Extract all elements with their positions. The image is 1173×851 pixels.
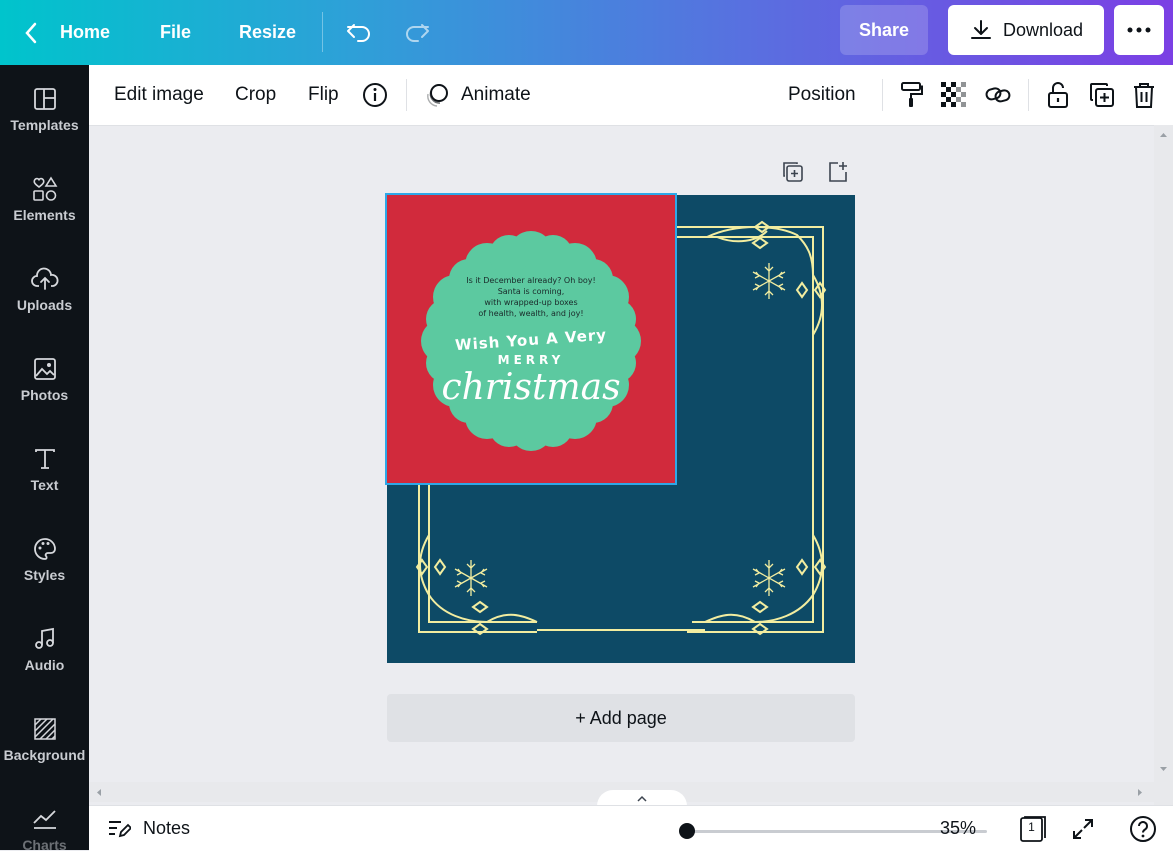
background-icon [31,715,59,743]
sidebar-item-uploads[interactable]: Uploads [0,245,89,335]
photos-icon [31,355,59,383]
zoom-slider-handle[interactable] [679,823,695,839]
collapse-notes-tab[interactable] [597,790,687,806]
share-button[interactable]: Share [840,5,928,55]
back-chevron-icon[interactable] [24,0,38,65]
context-toolbar: Edit image Crop Flip Animate Position [89,65,1173,126]
notes-button[interactable]: Notes [107,806,190,851]
animate-icon [427,84,448,107]
undo-icon[interactable] [345,0,373,65]
christmas-text: christmas [441,367,621,408]
notes-label: Notes [143,818,191,838]
home-button[interactable]: Home [60,0,110,65]
selected-image-element[interactable]: Is it December already? Oh boy! Santa is… [385,193,677,485]
elements-icon [31,175,59,203]
sidebar-item-photos[interactable]: Photos [0,335,89,425]
more-options-button[interactable] [1114,5,1164,55]
sidebar-item-label: Templates [10,117,79,133]
music-icon [31,625,59,653]
page-count-button[interactable]: 1 [1019,806,1047,851]
sidebar-item-text[interactable]: Text [0,425,89,515]
transparency-icon[interactable] [941,65,967,125]
help-icon[interactable] [1129,806,1157,851]
sidebar-item-label: Elements [13,207,76,223]
notes-icon [109,820,131,837]
page-count: 1 [1028,820,1035,834]
palette-icon [31,535,59,563]
sidebar-item-label: Styles [23,567,66,583]
sidebar-item-label: Background [3,747,86,763]
resize-button[interactable]: Resize [239,0,296,65]
chart-icon [31,805,59,833]
file-menu[interactable]: File [160,0,191,65]
download-button[interactable]: Download [948,5,1104,55]
animate-label: Animate [461,84,531,105]
add-page-icon[interactable] [826,160,850,189]
upload-icon [30,265,59,293]
templates-icon [31,85,59,113]
sidebar-item-label: Photos [20,387,69,403]
bottom-bar: Notes 35% 1 [89,805,1173,851]
divider [406,79,407,111]
zoom-level[interactable]: 35% [940,806,976,851]
download-label: Download [1002,19,1084,40]
poem-line: Is it December already? Oh boy! [466,276,596,285]
more-dots-icon [1127,27,1151,33]
merry-text: MERRY [497,353,565,367]
edit-image-button[interactable]: Edit image [114,65,204,125]
divider [1028,79,1029,111]
poem-line: with wrapped-up boxes [484,298,578,307]
position-button[interactable]: Position [788,65,856,125]
duplicate-page-icon[interactable] [781,160,805,189]
link-icon[interactable] [985,65,1011,125]
sidebar-item-elements[interactable]: Elements [0,155,89,245]
sidebar-item-audio[interactable]: Audio [0,605,89,695]
poem-line: of health, wealth, and joy! [478,309,584,318]
paint-roller-icon[interactable] [900,65,924,125]
trash-icon[interactable] [1132,65,1156,125]
poem-line: Santa is coming, [497,287,565,296]
download-icon [970,20,991,39]
sidebar-item-label: Audio [24,657,65,673]
divider [882,79,883,111]
sidebar-item-styles[interactable]: Styles [0,515,89,605]
duplicate-icon[interactable] [1089,65,1115,125]
sidebar-item-label: Text [30,477,59,493]
sidebar-item-background[interactable]: Background [0,695,89,785]
divider [322,12,323,52]
vertical-scrollbar[interactable] [1154,125,1173,805]
info-icon[interactable] [362,65,388,125]
top-bar: Home File Resize Share Download [0,0,1173,65]
sidebar-item-templates[interactable]: Templates [0,65,89,155]
sidebar-item-label: Charts [22,837,67,850]
chevron-up-icon [637,795,647,802]
sidebar-item-label: Uploads [16,297,73,313]
lock-icon[interactable] [1047,65,1069,125]
add-page-button[interactable]: + Add page [387,694,855,742]
sidebar-item-charts[interactable]: Charts [0,785,89,850]
text-icon [31,445,59,473]
crop-button[interactable]: Crop [235,65,276,125]
fullscreen-icon[interactable] [1071,806,1095,851]
flip-button[interactable]: Flip [308,65,339,125]
redo-icon[interactable] [403,0,431,65]
left-sidebar: Templates Elements Uploads Photos Text S… [0,65,89,850]
animate-button[interactable]: Animate [423,65,531,125]
